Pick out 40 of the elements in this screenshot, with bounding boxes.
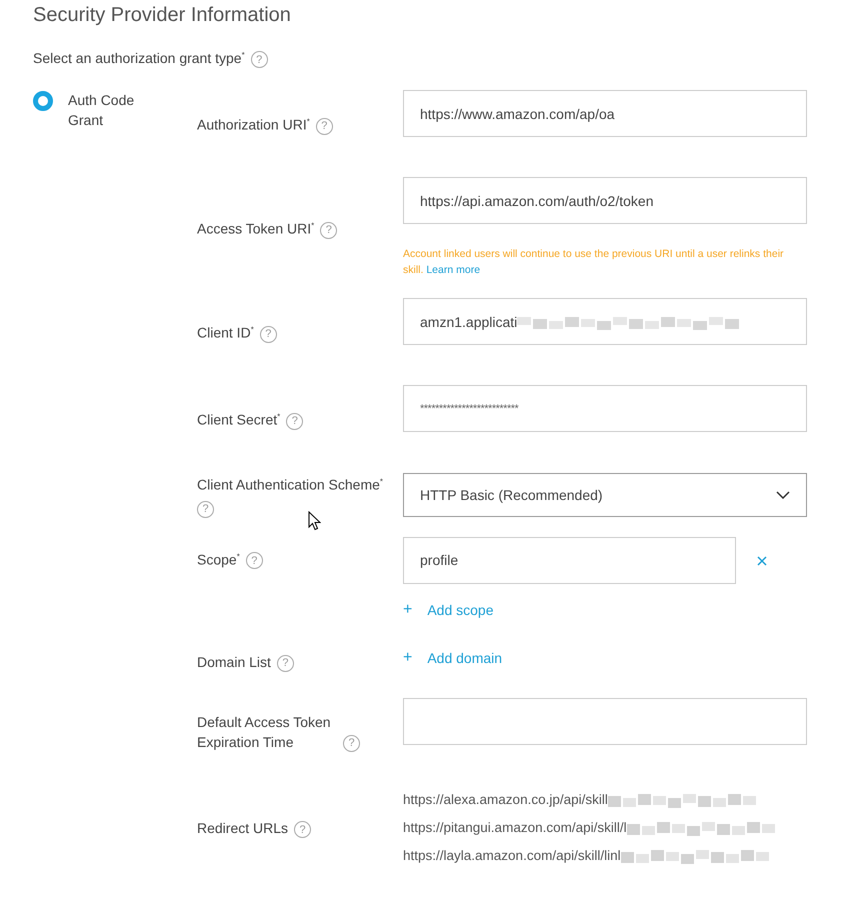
field-label: Access Token URI$^{*}$ (197, 220, 314, 239)
learn-more-link[interactable]: Learn more (426, 264, 480, 276)
field-label: Authorization URI$^{*}$ (197, 116, 310, 135)
help-icon[interactable]: ? (260, 326, 277, 343)
field-label: Scope$^{*}$ (197, 550, 240, 570)
help-icon[interactable]: ? (294, 821, 312, 838)
radio-button[interactable] (33, 91, 53, 111)
help-icon[interactable]: ? (197, 500, 214, 518)
field-label: Domain List (197, 652, 271, 672)
dropdown[interactable]: HTTP Basic (Recommended) (403, 472, 807, 517)
chevron-down-icon (776, 490, 790, 499)
field-label: Default Access Token Expiration Time (197, 712, 332, 752)
redirect-url: https://pitangui.amazon.com/api/skill/l (403, 820, 627, 836)
input-field[interactable]: https://api.amazon.com/auth/o2/token (403, 177, 807, 224)
field-label: Client Authentication Scheme$^{*}$ (197, 476, 384, 495)
help-icon[interactable]: ? (276, 654, 294, 672)
close-icon[interactable] (757, 556, 767, 566)
redirect-url: https://alexa.amazon.co.jp/api/skill (403, 792, 608, 808)
radio-label[interactable]: Auth Code Grant (68, 90, 148, 130)
warning-note: Account linked users will continue to use the previous URI until a user relinks their skill. Learn more (403, 247, 785, 278)
help-icon[interactable]: ? (286, 412, 304, 430)
help-icon[interactable]: ? (250, 51, 268, 68)
help-icon[interactable]: ? (316, 118, 333, 135)
input-field[interactable] (403, 698, 807, 746)
add-domain-button[interactable]: + Add domain (403, 649, 502, 668)
add-scope-button[interactable]: + Add scope (403, 600, 494, 619)
input-field[interactable]: ************************** (403, 385, 807, 432)
section-title: Security Provider Information (33, 3, 292, 28)
mouse-pointer-icon (308, 511, 321, 531)
field-label: Client Secret$^{*}$ (197, 410, 280, 430)
input-field[interactable]: https://www.amazon.com/ap/oa (403, 90, 807, 137)
input-field[interactable]: profile (403, 536, 736, 584)
field-label: Select an authorization grant type$^{*}$ (33, 50, 245, 66)
field-label: Redirect URLs (197, 819, 288, 838)
help-icon[interactable]: ? (320, 222, 338, 239)
help-icon[interactable]: ? (343, 734, 360, 752)
redirect-url: https://layla.amazon.com/api/skill/linl (403, 848, 621, 864)
help-icon[interactable]: ? (246, 552, 263, 570)
field-label: Client ID$^{*}$ (197, 324, 254, 343)
input-field[interactable]: amzn1.applicati (403, 298, 807, 345)
